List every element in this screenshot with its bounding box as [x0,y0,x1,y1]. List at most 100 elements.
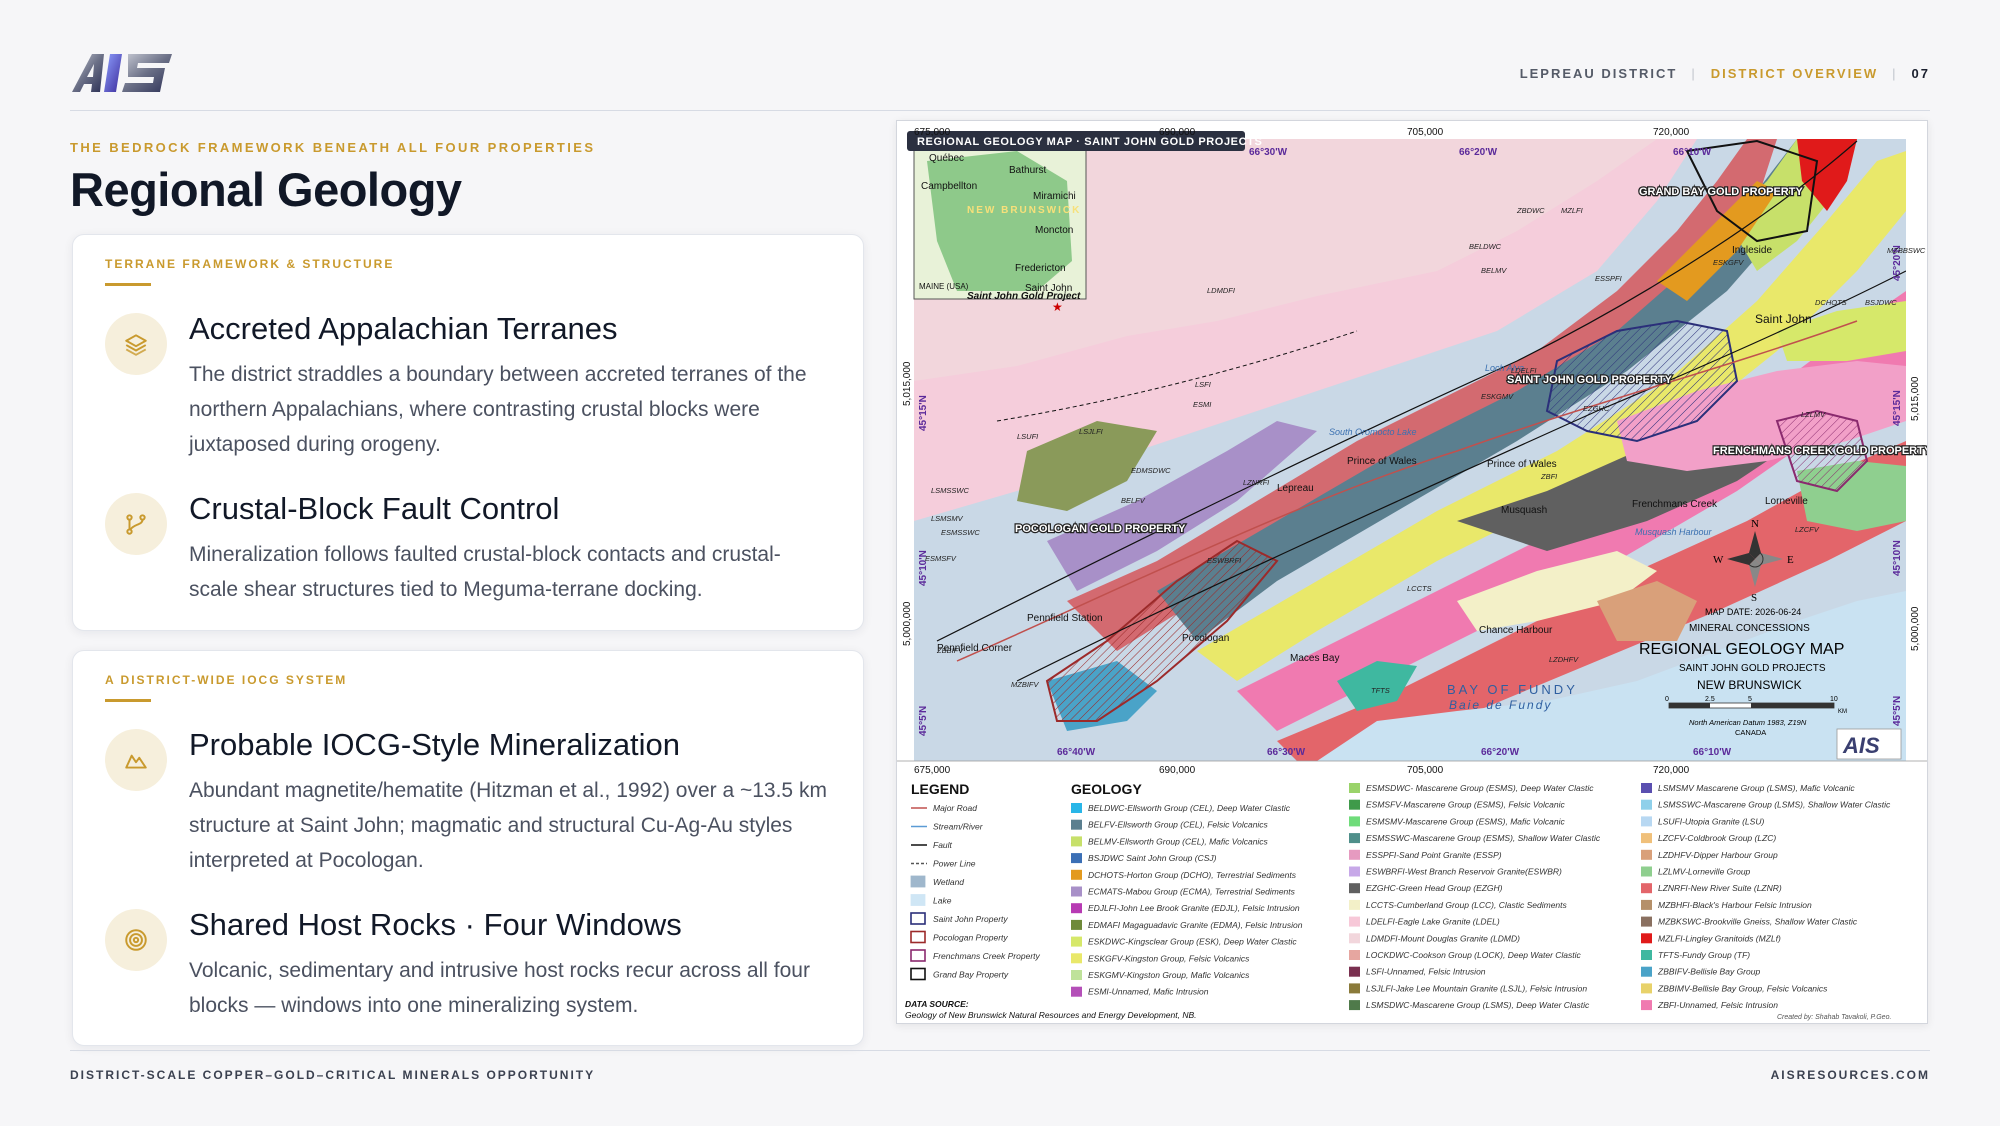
legend-item-label: Stream/River [933,822,984,832]
legend-symbol [910,912,926,925]
unit-abbreviation: BELFV [1121,496,1146,505]
bay-label: BAY OF FUNDY [1447,682,1578,697]
geology-unit-label: LZLMV-Lorneville Group [1658,867,1751,877]
legend-lines: Major Road Stream/River Fault Power Line Wet… [910,803,1041,981]
easting-label: 690,000 [1159,765,1196,776]
property-label[interactable]: FRENCHMANS CREEK GOLD PROPERTY [1712,444,1927,459]
unit-abbreviation: ESMI [1193,400,1211,409]
scale-bar-segment [1669,703,1710,708]
geology-unit-label: LDMDFI-Mount Douglas Granite (LDMD) [1366,933,1520,943]
unit-abbreviation: LDELFI [1511,366,1536,375]
geology-swatch [1071,919,1082,930]
place-label: Musquash [1501,505,1547,516]
geology-swatch [1641,833,1652,844]
geology-swatch [1641,799,1652,810]
unit-abbreviation: LZNRFI [1243,478,1269,487]
geology-swatch [1641,950,1652,960]
geology-unit-label: LOCKDWC-Cookson Group (LOCK), Deep Water… [1366,950,1582,960]
footer-website-link[interactable]: AISRESOURCES.COM [1771,1068,1930,1082]
place-label: Prince of Wales [1347,456,1417,467]
property-label[interactable]: SAINT JOHN GOLD PROPERTY [1506,373,1674,388]
geology-unit-label: BELFV-Ellsworth Group (CEL), Felsic Volc… [1088,820,1269,830]
compass-south: S [1751,592,1757,604]
unit-abbreviation: ESMSSWC [941,528,980,537]
geology-swatch [1641,883,1652,894]
geology-swatch [1349,933,1360,944]
item-title: Crustal-Block Fault Control [189,491,560,526]
geology-unit-label: LSFI-Unnamed, Felsic Intrusion [1366,967,1486,977]
property-label[interactable]: POCOLOGAN GOLD PROPERTY [1014,522,1188,537]
unit-abbreviation: MZLFI [1561,206,1583,215]
nav-district[interactable]: LEPREAU DISTRICT [1520,66,1678,81]
geology-swatch [1349,983,1360,994]
geology-unit-label: ESKGMV-Kingston Group, Mafic Volcanics [1088,970,1250,980]
place-label: Lorneville [1765,496,1808,507]
nav-section[interactable]: DISTRICT OVERVIEW [1711,66,1878,81]
scale-bar-segment [1751,703,1834,708]
unit-abbreviation: ZBDWC [1516,206,1545,215]
place-label: Ingleside [1732,245,1772,256]
geology-unit-label: LZCFV-Coldbrook Group (LZC) [1658,833,1776,843]
geology-swatch [1071,869,1082,880]
inset-place: Miramichi [1033,191,1076,202]
longitude-label: 66°20'W [1481,747,1520,758]
legend-item-label: Lake [933,896,952,906]
geology-unit-label: BELMV-Ellsworth Group (CEL), Mafic Volca… [1088,836,1269,846]
legend-geology: BELDWC-Ellsworth Group (CEL), Deep Water… [1071,783,1891,1011]
property-label[interactable]: GRAND BAY GOLD PROPERTY [1638,185,1805,200]
iocg-system-card: A DISTRICT-WIDE IOCG SYSTEM Probable IOC… [72,650,864,1046]
regional-geology-map[interactable]: Québec Bathurst Campbellton Miramichi NE… [896,120,1928,1024]
longitude-label: 66°30'W [1267,747,1306,758]
map-canvas: Québec Bathurst Campbellton Miramichi NE… [897,127,1927,1021]
map-province: NEW BRUNSWICK [1697,678,1802,692]
geology-unit-label: ESMSMV-Mascarene Group (ESMS), Mafic Vol… [1366,816,1565,826]
place-label: Pennfield Station [1027,613,1103,624]
easting-label: 690,000 [1159,127,1196,138]
legend-symbol [910,875,926,888]
nav-separator: | [1691,66,1697,81]
unit-abbreviation: LSMSMV [931,514,964,523]
geology-unit-label: ESMI-Unnamed, Mafic Intrusion [1088,987,1209,997]
unit-abbreviation: BSJDWC [1865,298,1897,307]
map-date: MAP DATE: 2026-06-24 [1705,607,1801,617]
unit-abbreviation: LZLMV [1801,410,1826,419]
place-label: Chance Harbour [1479,625,1553,636]
map-country: CANADA [1735,728,1766,737]
geology-unit-label: MZBHFI-Black's Harbour Felsic Intrusion [1658,900,1812,910]
geology-swatch [1641,899,1652,910]
geology-unit-label: LSJLFI-Jake Lee Mountain Granite (LSJL),… [1366,983,1587,993]
inset-place: MAINE (USA) [919,282,969,291]
inset-place: Bathurst [1009,165,1046,176]
scale-tick: 0 [1665,696,1669,703]
unit-abbreviation: LSFI [1195,380,1211,389]
legend-item-label: Wetland [933,877,964,887]
inset-place: Fredericton [1015,263,1066,274]
geology-swatch [1641,816,1652,827]
geology-unit-label: LZDHFV-Dipper Harbour Group [1658,850,1778,860]
geology-swatch [1071,836,1082,847]
card-accent-rule [105,283,151,286]
map-project: SAINT JOHN GOLD PROJECTS [1679,663,1826,674]
compass-north: N [1751,518,1759,530]
longitude-label: 66°30'W [1249,147,1288,158]
ais-logo [72,54,172,92]
geology-unit-label: TFTS-Fundy Group (TF) [1658,950,1750,960]
target-icon [105,909,167,971]
legend-symbol [910,949,926,962]
footer-divider [70,1050,1930,1051]
scale-tick: 2.5 [1705,696,1715,703]
geology-unit-label: BSJDWC Saint John Group (CSJ) [1088,853,1217,863]
geology-swatch [1641,966,1652,977]
legend-item-label: Frenchmans Creek Property [933,951,1041,961]
geology-swatch [1641,933,1652,944]
geology-unit-label: MZBKSWC-Brookville Gneiss, Shallow Water… [1658,917,1858,927]
item-body: Mineralization follows faulted crustal-b… [189,543,781,601]
geology-unit-label: MZLFI-Lingley Granitoids (MZLf) [1658,933,1781,943]
inset-place: Moncton [1035,225,1073,236]
map-datum: North American Datum 1983, Z19N [1689,718,1807,727]
geology-unit-label: ZBFI-Unnamed, Felsic Intrusion [1657,1000,1778,1010]
map-credit: Created by: Shahab Tavakoli, P.Geo. [1777,1014,1891,1021]
legend-item-label: Major Road [933,803,977,813]
layers-icon [105,313,167,375]
inset-place: Campbellton [921,181,977,192]
